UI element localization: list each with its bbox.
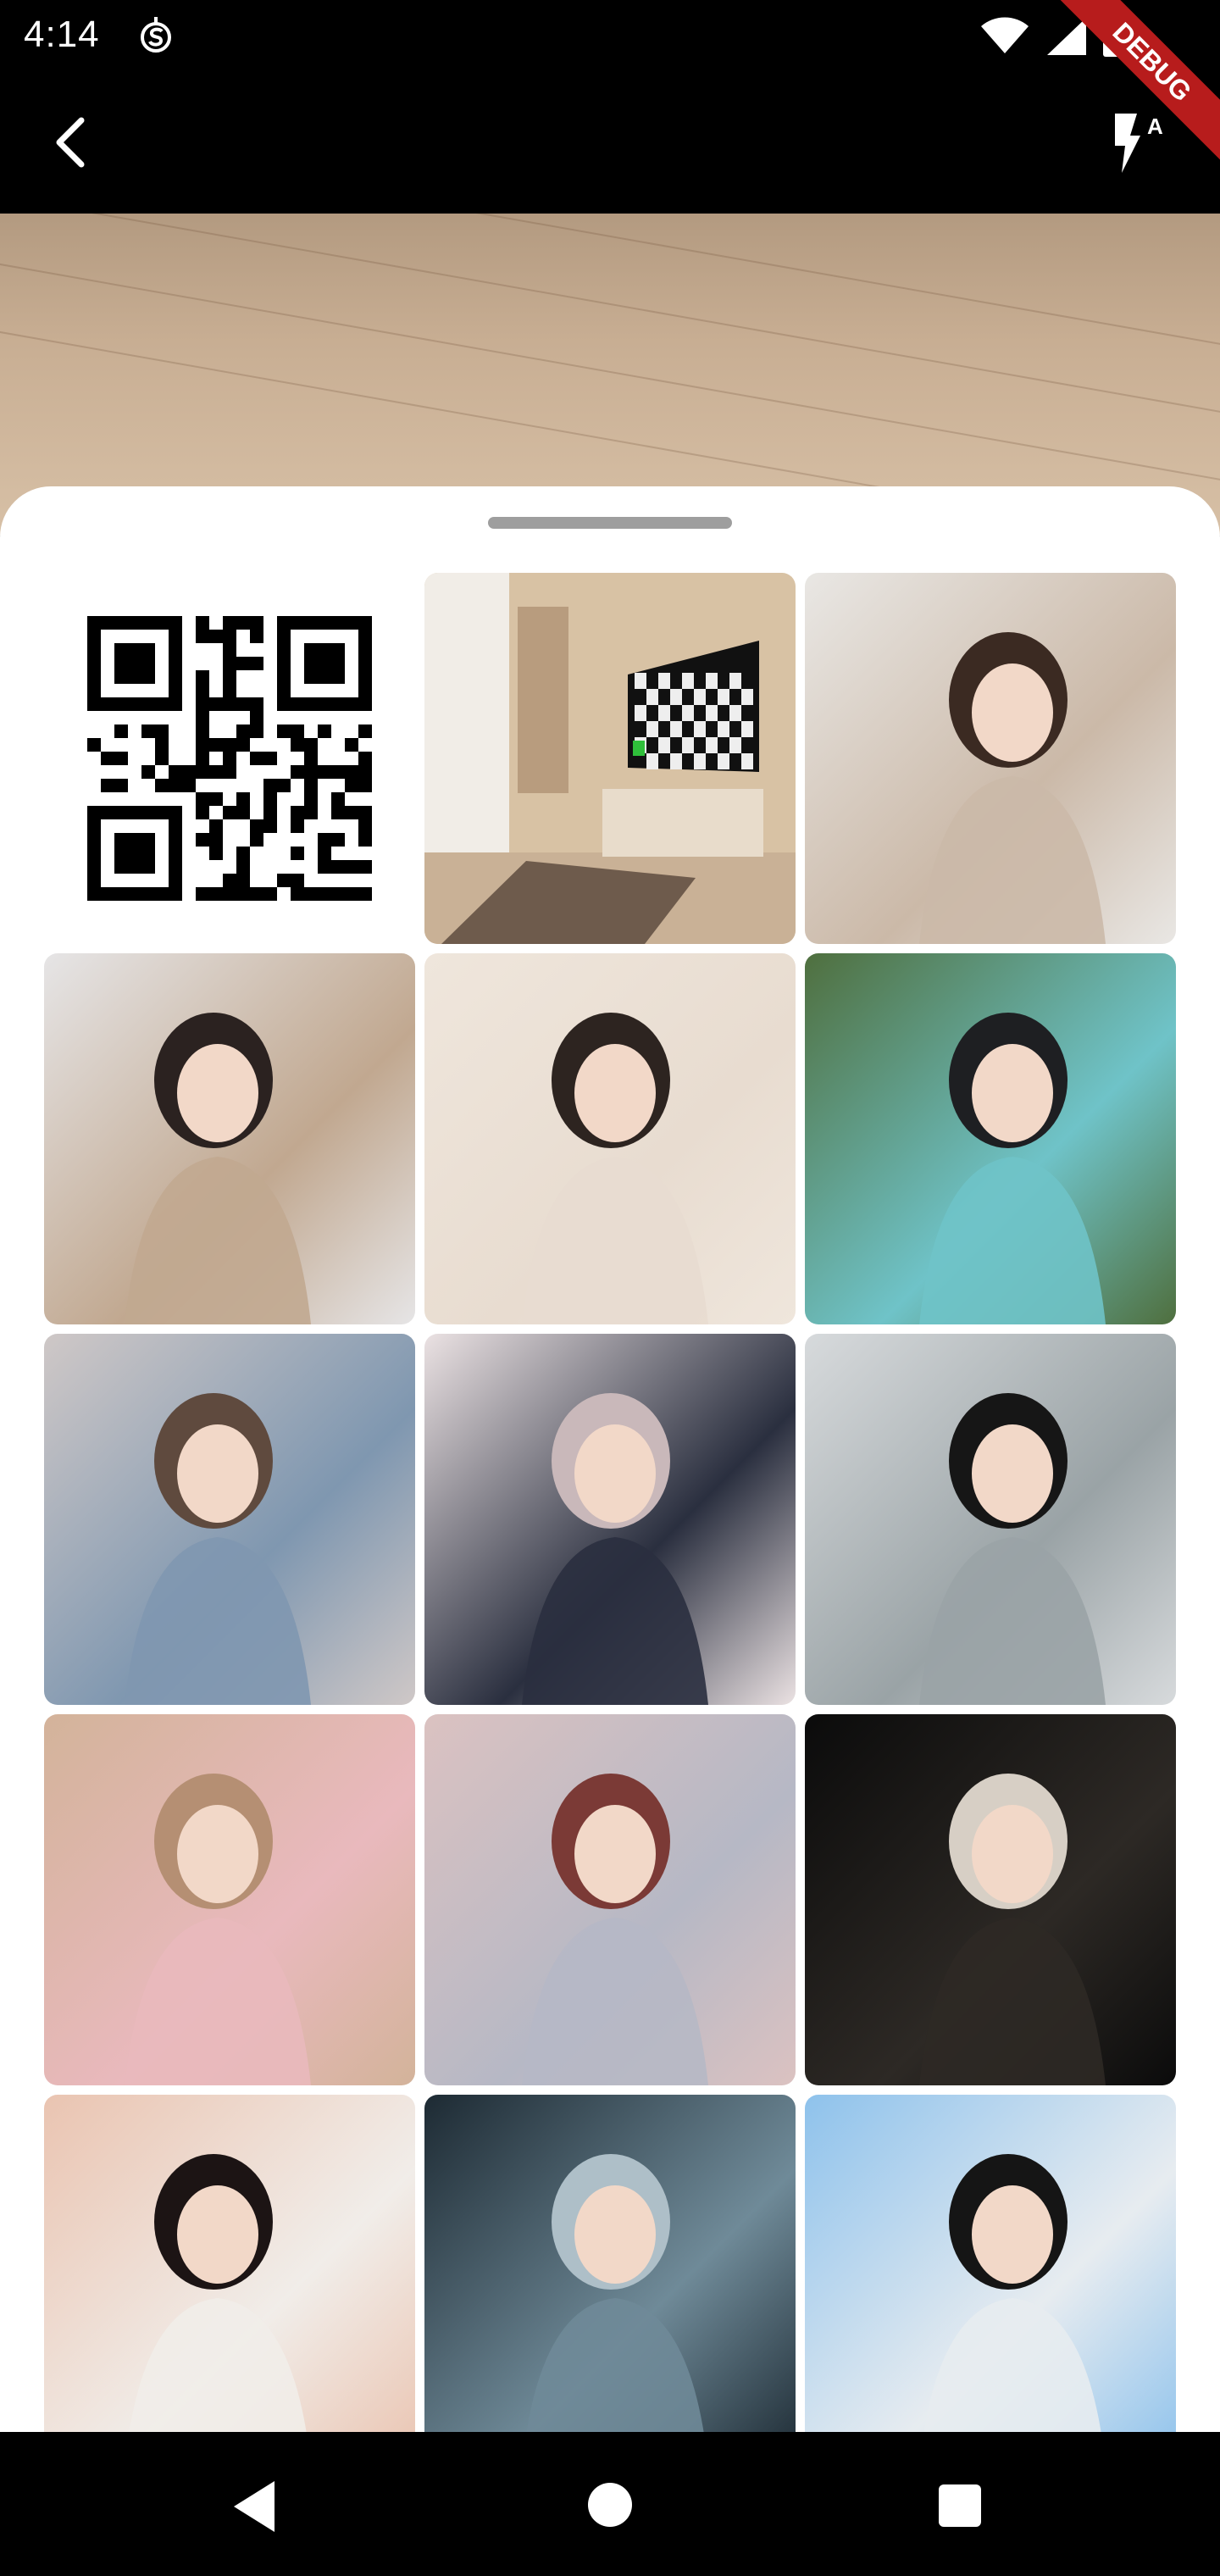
girl-white-shirt-image xyxy=(424,953,796,1324)
photo-tile[interactable] xyxy=(424,1714,796,2085)
girl-by-pool-image xyxy=(805,953,1176,1324)
two-girls-pink-dresses-image xyxy=(44,1714,415,2085)
girl-denim-overalls-image xyxy=(44,1334,415,1705)
flash-auto-icon[interactable]: A xyxy=(1108,110,1167,175)
photo-tile[interactable] xyxy=(424,2095,796,2435)
photo-tile[interactable] xyxy=(44,953,415,1324)
photo-tile[interactable] xyxy=(805,953,1176,1324)
room-with-tv-image xyxy=(424,573,796,944)
photo-tile[interactable] xyxy=(805,1334,1176,1705)
girl-dark-background-image xyxy=(805,1714,1176,2085)
signal-icon xyxy=(1047,18,1086,55)
girl-school-uniform-image xyxy=(424,1334,796,1705)
girl-mirror-selfie-image xyxy=(44,953,415,1324)
girl-black-hoodie-image xyxy=(805,2095,1176,2435)
photo-tile[interactable] xyxy=(44,1334,415,1705)
nav-home-circle-icon[interactable] xyxy=(588,2483,632,2527)
drag-handle[interactable] xyxy=(488,517,732,529)
girl-floral-dress-image xyxy=(805,573,1176,944)
qr-code-tile[interactable] xyxy=(44,573,415,944)
flash-auto-label: A xyxy=(1147,114,1163,139)
photo-tile[interactable] xyxy=(424,953,796,1324)
navigation-bar xyxy=(0,2432,1220,2576)
status-time: 4:14 xyxy=(24,14,100,55)
s-circle-icon xyxy=(141,17,171,53)
nav-recents-square-icon[interactable] xyxy=(939,2484,981,2527)
photo-grid xyxy=(44,573,1176,2435)
photo-tile[interactable] xyxy=(424,573,796,944)
back-button[interactable] xyxy=(47,115,98,169)
qr-code-icon xyxy=(87,616,372,901)
status-bar: 4:14 xyxy=(0,0,1220,71)
girl-on-pillow-image xyxy=(424,1714,796,2085)
gallery-bottom-sheet xyxy=(0,486,1220,2435)
photo-tile[interactable] xyxy=(44,2095,415,2435)
app-bar: A xyxy=(0,71,1220,214)
photo-tile[interactable] xyxy=(805,573,1176,944)
photo-tile[interactable] xyxy=(424,1334,796,1705)
girl-black-dress-railing-image xyxy=(805,1334,1176,1705)
girl-hanfu-night-image xyxy=(424,2095,796,2435)
wifi-icon xyxy=(981,17,1029,53)
photo-tile[interactable] xyxy=(805,2095,1176,2435)
girl-closeup-lying-image xyxy=(44,2095,415,2435)
photo-tile[interactable] xyxy=(44,1714,415,2085)
photo-tile[interactable] xyxy=(805,1714,1176,2085)
nav-back-triangle-icon[interactable] xyxy=(230,2479,278,2534)
